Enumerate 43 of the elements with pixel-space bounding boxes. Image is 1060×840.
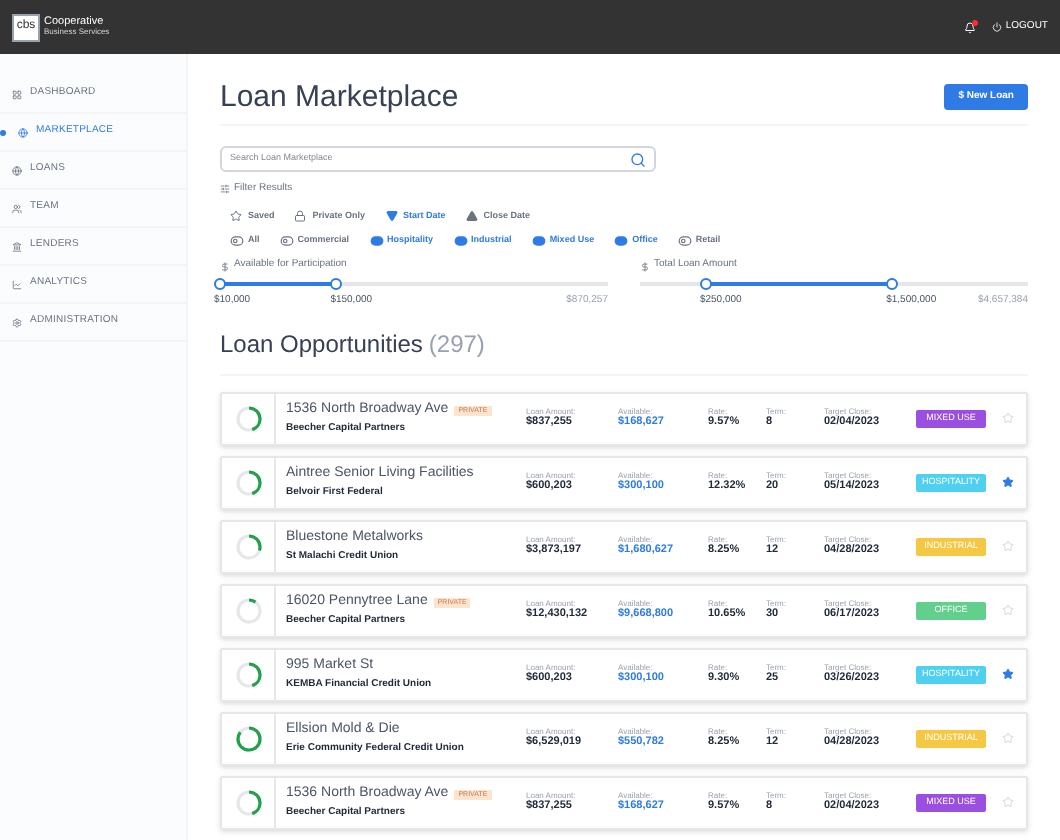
nav-icon — [12, 317, 22, 327]
active-indicator — [0, 129, 6, 135]
toggle-icon — [369, 234, 384, 249]
star-icon — [230, 209, 242, 222]
nav-icon — [12, 165, 22, 175]
section-title: Loan Opportunities — [220, 327, 423, 362]
triangle-down-icon — [385, 209, 398, 222]
result-count: (297) — [428, 327, 485, 362]
slider-handle[interactable] — [886, 277, 899, 290]
range-slider[interactable] — [220, 277, 608, 290]
progress-ring — [233, 531, 263, 562]
notification-button[interactable] — [963, 21, 976, 33]
nav-icon — [12, 241, 22, 251]
progress-ring — [233, 403, 263, 434]
progress-ring — [233, 659, 263, 690]
progress-ring — [233, 723, 263, 754]
toggle-icon — [230, 234, 244, 249]
toggle-icon — [614, 234, 629, 249]
slider-handle[interactable] — [214, 277, 226, 290]
nav-icon — [12, 279, 22, 289]
nav-icon — [18, 127, 28, 137]
progress-ring — [233, 595, 263, 626]
favorite-star-icon[interactable] — [1002, 476, 1014, 489]
bell-icon — [963, 21, 976, 33]
progress-ring — [233, 787, 263, 818]
toggle-icon — [279, 234, 294, 249]
toggle-icon — [453, 234, 468, 249]
filter-icon — [220, 184, 230, 195]
triangle-up-icon — [465, 209, 478, 222]
favorite-star-icon[interactable] — [1002, 668, 1014, 681]
dollar-icon — [220, 261, 230, 271]
dollar-icon — [640, 261, 650, 271]
power-icon — [991, 22, 1002, 32]
nav-icon — [12, 89, 22, 99]
page-title: Loan Marketplace — [220, 82, 459, 112]
toggle-icon — [531, 234, 546, 249]
nav-icon — [12, 203, 22, 213]
slider-handle[interactable] — [330, 277, 343, 290]
search-icon — [630, 151, 646, 167]
slider-handle[interactable] — [699, 277, 712, 290]
progress-ring — [233, 467, 263, 498]
lock-icon — [294, 209, 307, 222]
toggle-icon — [677, 234, 692, 249]
